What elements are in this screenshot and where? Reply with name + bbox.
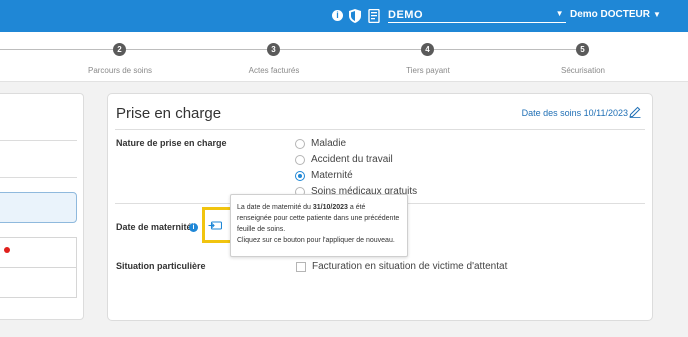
radio-button[interactable] [295, 139, 305, 149]
maternite-tooltip: La date de maternité du 31/10/2023 a été… [230, 194, 408, 257]
top-bar: i DEMO ▼ Demo DOCTEUR ▼ [0, 0, 688, 32]
chevron-down-icon: ▼ [653, 10, 661, 19]
victime-attentat-label[interactable]: Facturation en situation de victime d'at… [312, 261, 507, 272]
step-connector [0, 49, 113, 50]
divider [0, 140, 77, 141]
date-soins-link[interactable]: Date des soins 10/11/2023 [522, 108, 628, 118]
nature-label: Nature de prise en charge [116, 138, 227, 148]
establishment-select[interactable]: DEMO ▼ [388, 9, 566, 23]
step-2-label[interactable]: Parcours de soins [88, 66, 152, 75]
step-3-number[interactable]: 3 [267, 43, 280, 56]
info-icon[interactable]: i [332, 10, 343, 21]
list-item[interactable] [0, 267, 77, 298]
user-menu[interactable]: Demo DOCTEUR ▼ [570, 9, 661, 20]
step-5-number[interactable]: 5 [576, 43, 589, 56]
step-3-label[interactable]: Actes facturés [249, 66, 300, 75]
step-4-number[interactable]: 4 [421, 43, 434, 56]
step-5-label[interactable]: Sécurisation [561, 66, 605, 75]
radio-button-checked[interactable] [295, 171, 305, 181]
step-connector [280, 49, 421, 50]
radio-label: Maternité [311, 170, 353, 181]
step-connector [126, 49, 267, 50]
left-panel [0, 93, 84, 320]
radio-button[interactable] [295, 155, 305, 165]
victime-attentat-checkbox[interactable] [296, 262, 306, 272]
document-icon[interactable] [368, 9, 380, 23]
divider [0, 177, 77, 178]
tooltip-text: La date de maternité du [237, 204, 313, 211]
selected-list-item[interactable] [0, 192, 77, 223]
info-icon[interactable]: i [189, 223, 198, 232]
card-title: Prise en charge [116, 105, 222, 122]
chevron-down-icon: ▼ [555, 9, 564, 18]
pencil-icon[interactable] [629, 106, 641, 118]
list-item[interactable] [0, 237, 77, 268]
date-maternite-label: Date de maternité [116, 222, 192, 232]
stepper: 2 3 4 5 Parcours de soins Actes facturés… [0, 32, 688, 82]
shield-icon[interactable] [349, 9, 361, 23]
radio-label: Maladie [311, 138, 347, 149]
step-2-number[interactable]: 2 [113, 43, 126, 56]
radio-label: Accident du travail [311, 154, 393, 165]
alert-dot [4, 247, 10, 253]
tooltip-instruction: Cliquez sur ce bouton pour l'appliquer d… [237, 237, 395, 244]
apply-date-icon[interactable] [208, 220, 222, 230]
tooltip-date: 31/10/2023 [312, 204, 348, 211]
step-4-label[interactable]: Tiers payant [406, 66, 450, 75]
step-connector [434, 49, 576, 50]
situation-label: Situation particulière [116, 261, 206, 271]
user-name: Demo DOCTEUR [570, 9, 651, 20]
divider [115, 129, 645, 130]
establishment-value: DEMO [388, 9, 423, 21]
